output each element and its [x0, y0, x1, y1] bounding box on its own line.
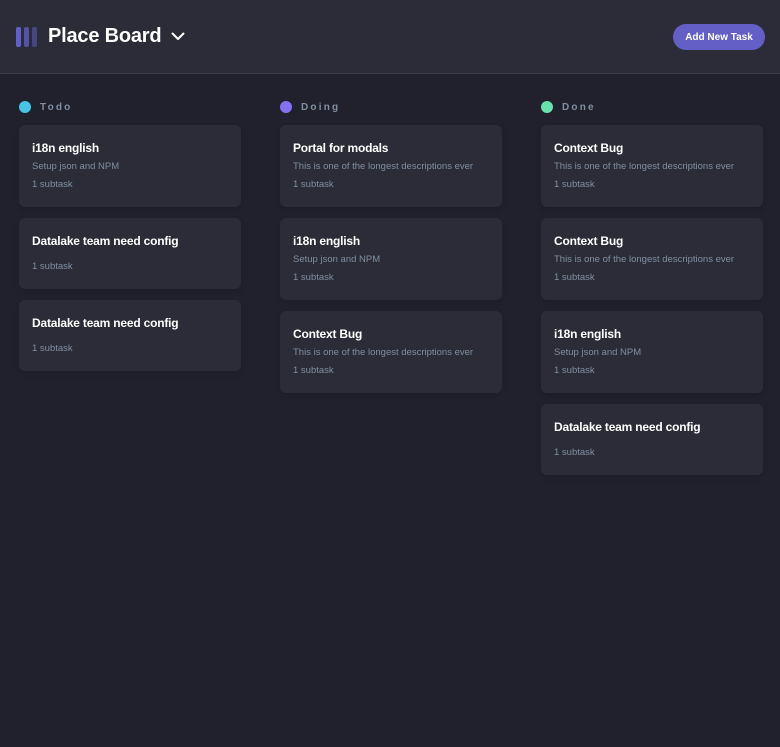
board-dropdown-toggle[interactable] — [171, 32, 185, 41]
column-status-dot — [280, 101, 292, 113]
task-card[interactable]: Datalake team need config 1 subtask — [541, 404, 763, 475]
task-subtask-count: 1 subtask — [554, 179, 595, 190]
task-subtask-count: 1 subtask — [554, 272, 595, 283]
task-subtask-count: 1 subtask — [293, 179, 334, 190]
task-title: Datalake team need config — [32, 316, 179, 330]
task-card[interactable]: Context Bug This is one of the longest d… — [541, 125, 763, 207]
task-description: Setup json and NPM — [554, 347, 642, 358]
task-card[interactable]: i18n english Setup json and NPM 1 subtas… — [541, 311, 763, 393]
column-todo: Todo i18n english Setup json and NPM 1 s… — [19, 101, 241, 486]
app-header: Place Board Add New Task — [0, 0, 780, 74]
task-title: Context Bug — [554, 141, 624, 155]
task-title: i18n english — [293, 234, 360, 248]
task-description: This is one of the longest descriptions … — [554, 254, 735, 265]
board-title: Place Board — [48, 25, 162, 47]
task-subtask-count: 1 subtask — [32, 179, 73, 190]
column-doing: Doing Portal for modals This is one of t… — [280, 101, 502, 486]
board-logo-icon — [16, 26, 37, 47]
task-subtask-count: 1 subtask — [293, 365, 334, 376]
board: Todo i18n english Setup json and NPM 1 s… — [0, 101, 780, 486]
task-description: This is one of the longest descriptions … — [554, 161, 735, 172]
task-card[interactable]: Context Bug This is one of the longest d… — [541, 218, 763, 300]
task-subtask-count: 1 subtask — [554, 365, 595, 376]
task-title: Datalake team need config — [554, 420, 701, 434]
task-title: Context Bug — [554, 234, 624, 248]
task-description: This is one of the longest descriptions … — [293, 347, 474, 358]
task-description: Setup json and NPM — [32, 161, 120, 172]
task-title: i18n english — [554, 327, 621, 341]
task-title: i18n english — [32, 141, 99, 155]
task-card[interactable]: i18n english Setup json and NPM 1 subtas… — [19, 125, 241, 207]
task-subtask-count: 1 subtask — [293, 272, 334, 283]
column-header: Todo — [19, 101, 241, 113]
task-card[interactable]: Portal for modals This is one of the lon… — [280, 125, 502, 207]
column-name: Doing — [301, 101, 341, 113]
column-status-dot — [19, 101, 31, 113]
chevron-down-icon — [171, 32, 185, 40]
task-card[interactable]: Datalake team need config 1 subtask — [19, 300, 241, 371]
column-name: Done — [562, 101, 596, 113]
task-description: This is one of the longest descriptions … — [293, 161, 474, 172]
task-description: Setup json and NPM — [293, 254, 381, 265]
column-done: Done Context Bug This is one of the long… — [541, 101, 763, 486]
task-title: Datalake team need config — [32, 234, 179, 248]
column-header: Doing — [280, 101, 502, 113]
task-subtask-count: 1 subtask — [32, 261, 73, 272]
column-header: Done — [541, 101, 763, 113]
task-title: Portal for modals — [293, 141, 389, 155]
add-new-task-button[interactable]: Add New Task — [673, 24, 765, 50]
task-subtask-count: 1 subtask — [554, 447, 595, 458]
column-status-dot — [541, 101, 553, 113]
column-name: Todo — [40, 101, 73, 113]
task-card[interactable]: Context Bug This is one of the longest d… — [280, 311, 502, 393]
task-card[interactable]: i18n english Setup json and NPM 1 subtas… — [280, 218, 502, 300]
task-card[interactable]: Datalake team need config 1 subtask — [19, 218, 241, 289]
task-title: Context Bug — [293, 327, 363, 341]
task-subtask-count: 1 subtask — [32, 343, 73, 354]
